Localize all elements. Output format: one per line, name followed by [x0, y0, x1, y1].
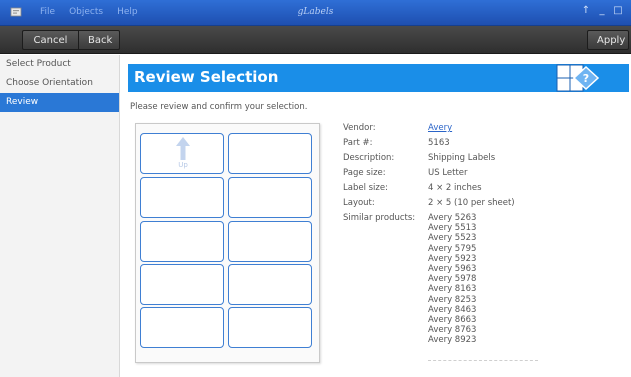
main-panel: Review Selection ? Please review and con… — [121, 55, 631, 377]
label-cell — [228, 221, 312, 262]
label-cell — [228, 133, 312, 174]
label-cell: Up — [140, 133, 224, 174]
label-cell — [140, 264, 224, 305]
toolbar: Cancel Back Apply — [0, 26, 631, 54]
window-title: gLabels — [297, 7, 334, 17]
sheet-preview: Up — [135, 123, 320, 363]
list-item: Avery 8923 — [428, 335, 477, 346]
description-key: Description: — [343, 153, 395, 163]
instruction-text: Please review and confirm your selection… — [130, 102, 308, 112]
sidebar: Select Product Choose Orientation Review — [0, 55, 120, 377]
similar-key: Similar products: — [343, 213, 416, 223]
page-size-value: US Letter — [428, 168, 468, 178]
list-item: Avery 8463 — [428, 304, 477, 315]
vendor-key: Vendor: — [343, 123, 376, 133]
label-cell — [228, 307, 312, 348]
part-value: 5163 — [428, 138, 450, 148]
back-button[interactable]: Back — [78, 30, 120, 50]
label-size-key: Label size: — [343, 183, 388, 193]
minimize-icon[interactable]: _ — [597, 5, 607, 16]
list-item: Avery 5963 — [428, 263, 477, 274]
page-banner: Review Selection ? — [128, 64, 629, 92]
cancel-button[interactable]: Cancel — [22, 30, 78, 50]
help-icon: ? — [556, 64, 600, 92]
raise-icon[interactable]: ↑ — [581, 5, 591, 16]
up-label: Up — [178, 161, 188, 169]
layout-value: 2 × 5 (10 per sheet) — [428, 198, 515, 208]
label-size-value: 4 × 2 inches — [428, 183, 482, 193]
list-item: Avery 8763 — [428, 325, 477, 336]
list-item: Avery 5523 — [428, 233, 477, 244]
label-cell — [140, 221, 224, 262]
list-item: Avery 5795 — [428, 243, 477, 254]
description-value: Shipping Labels — [428, 153, 496, 163]
list-item: Avery 5923 — [428, 253, 477, 264]
svg-text:?: ? — [583, 72, 589, 85]
similar-products-list: Avery 5263 Avery 5513 Avery 5523 Avery 5… — [428, 213, 476, 345]
page-title: Review Selection — [134, 68, 279, 86]
part-key: Part #: — [343, 138, 373, 148]
list-divider — [428, 360, 538, 361]
sidebar-item-select-product[interactable]: Select Product — [0, 55, 119, 74]
label-cell — [140, 177, 224, 218]
up-arrow-icon — [176, 137, 190, 160]
list-item: Avery 8663 — [428, 314, 477, 325]
page-size-key: Page size: — [343, 168, 386, 178]
list-item: Avery 5978 — [428, 274, 477, 285]
window-controls: ↑ _ □ — [581, 5, 623, 16]
label-cell — [228, 264, 312, 305]
list-item: Avery 5263 — [428, 213, 477, 223]
list-item: Avery 8253 — [428, 294, 477, 305]
list-item: Avery 5513 — [428, 223, 477, 234]
window-titlebar: File Objects Help gLabels ↑ _ □ — [0, 0, 631, 26]
vendor-link[interactable]: Avery — [428, 123, 452, 133]
label-cell — [228, 177, 312, 218]
sidebar-item-review[interactable]: Review — [0, 93, 119, 112]
sidebar-item-choose-orientation[interactable]: Choose Orientation — [0, 74, 119, 93]
label-cell — [140, 307, 224, 348]
layout-key: Layout: — [343, 198, 375, 208]
apply-button[interactable]: Apply — [587, 30, 629, 50]
maximize-icon[interactable]: □ — [613, 5, 623, 16]
list-item: Avery 8163 — [428, 284, 477, 295]
